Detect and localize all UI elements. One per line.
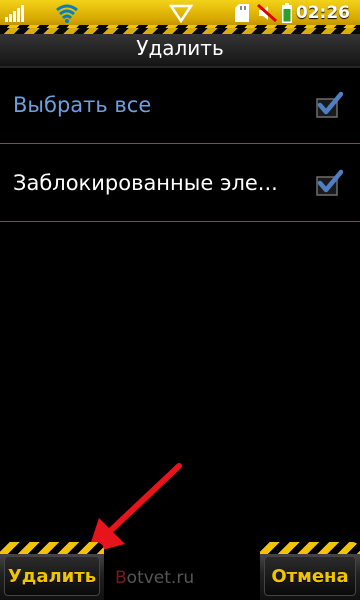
checkbox-checked-icon[interactable] (315, 169, 344, 197)
title-bar: Удалить (0, 28, 360, 68)
watermark-initial: B (115, 568, 127, 588)
list-item-label: Заблокированные эле... (13, 170, 278, 195)
delete-button[interactable]: Удалить (0, 542, 104, 600)
delete-button-label: Удалить (4, 556, 100, 596)
watermark: Botvet.ru (115, 568, 194, 588)
signal-strength-icon (4, 0, 28, 25)
sd-card-icon (232, 0, 252, 25)
delete-options-list: Выбрать все Заблокированные эле... (0, 66, 360, 222)
checkbox-checked-icon[interactable] (315, 91, 344, 119)
cancel-button-label: Отмена (264, 556, 356, 596)
cancel-button[interactable]: Отмена (260, 542, 360, 600)
page-title: Удалить (136, 36, 224, 60)
status-clock: 02:26 (295, 2, 350, 23)
muted-icon (256, 0, 278, 25)
softkey-bar: Удалить Botvet.ru Отмена (0, 542, 360, 600)
list-item-blocked[interactable]: Заблокированные эле... (0, 144, 360, 222)
list-item-select-all[interactable]: Выбрать все (0, 66, 360, 144)
battery-icon (281, 0, 293, 25)
list-item-label: Выбрать все (13, 92, 152, 117)
wifi-icon (54, 0, 80, 25)
watermark-rest: otvet.ru (126, 568, 195, 588)
notification-triangle-icon[interactable] (168, 0, 194, 25)
status-bar: 02:26 (0, 0, 360, 28)
